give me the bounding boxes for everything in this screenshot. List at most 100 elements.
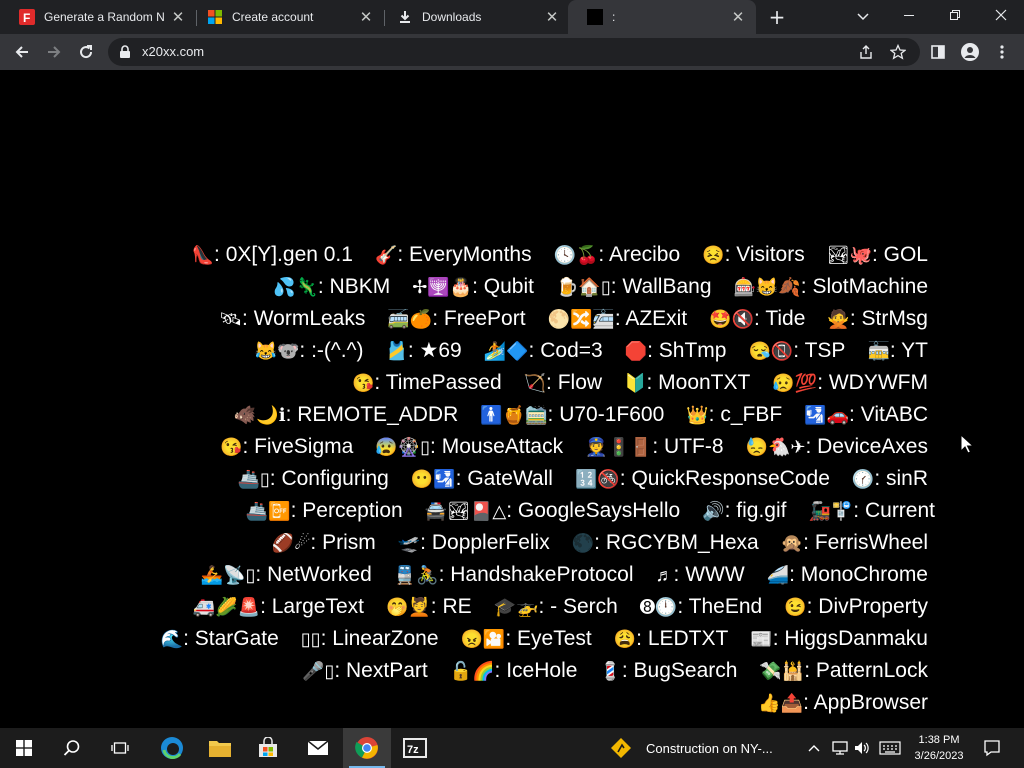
separator: : <box>397 243 410 266</box>
windows-start-icon[interactable] <box>0 728 48 768</box>
tab-random-name[interactable]: F Generate a Random Na ✕ <box>0 0 196 34</box>
search-icon[interactable] <box>48 728 96 768</box>
text-line: 🚑🌽🚨: LargeText 🤭💆: RE 🎓🚁: - Serch ➑🕛: TheEn… <box>193 594 928 620</box>
close-icon[interactable]: ✕ <box>356 7 376 27</box>
entry-label: sinR <box>885 467 928 490</box>
reload-button[interactable] <box>72 38 100 66</box>
separator: : <box>183 627 195 650</box>
entry-label: - Serch <box>550 595 618 618</box>
weather-widget[interactable]: Construction on NY-... <box>610 728 773 768</box>
clock-time: 1:38 PM <box>918 734 960 746</box>
clock-date: 3/26/2023 <box>914 750 964 762</box>
separator: : <box>317 275 330 298</box>
emoji-glyphs: 🚑🌽🚨 <box>192 597 261 617</box>
emoji-glyphs: 🙅 <box>827 309 850 329</box>
side-panel-button[interactable] <box>924 38 952 66</box>
notifications-icon[interactable] <box>978 728 1006 768</box>
emoji-glyphs: 🎸 <box>374 245 398 265</box>
lock-icon[interactable] <box>119 44 131 63</box>
tab-title: Generate a Random Na <box>44 10 164 24</box>
emoji-glyphs: 🎰😸🍂 <box>733 277 801 297</box>
close-icon[interactable]: ✕ <box>728 7 748 27</box>
emoji-entry: 🌊: StarGate <box>161 627 279 650</box>
volume-icon[interactable] <box>852 728 872 768</box>
forward-button[interactable] <box>40 38 68 66</box>
emoji-glyphs: 👮🚦🚪 <box>585 437 653 457</box>
separator: : <box>724 499 737 522</box>
entry-label: FreePort <box>443 307 526 330</box>
microsoft-store-icon[interactable] <box>244 728 292 768</box>
entry-label: EyeTest <box>517 627 592 650</box>
emoji-entry: 🚎🍊: FreePort <box>387 307 525 330</box>
profile-button[interactable] <box>956 38 984 66</box>
emoji-glyphs: 🙊 <box>780 533 804 553</box>
file-explorer-icon[interactable] <box>196 728 244 768</box>
network-icon[interactable] <box>830 728 850 768</box>
emoji-glyphs: 🤭💆 <box>385 597 431 617</box>
menu-button[interactable] <box>988 38 1016 66</box>
entry-label: GoogleSaysHello <box>517 499 681 522</box>
emoji-entry: 🔊: fig.gif <box>702 499 786 522</box>
address-bar[interactable]: x20xx.com <box>108 38 920 66</box>
emoji-entry: ▯▯: LinearZone <box>301 627 439 650</box>
page-content: 👠: 0X[Y].gen 0.1 🎸: EveryMonths 🕓🍒: Arecib… <box>0 70 1024 728</box>
close-icon[interactable]: ✕ <box>168 7 188 27</box>
separator: : <box>793 339 805 362</box>
minimize-button[interactable] <box>886 0 932 30</box>
system-clock[interactable]: 1:38 PM 3/26/2023 <box>908 732 970 764</box>
mail-icon[interactable] <box>294 728 342 768</box>
back-button[interactable] <box>8 38 36 66</box>
emoji-entry: 🚋: YT <box>867 339 928 362</box>
emoji-glyphs: 😹🐨 <box>254 341 300 361</box>
chevron-up-icon[interactable] <box>806 728 822 768</box>
task-view-icon[interactable] <box>96 728 144 768</box>
tab-title: Downloads <box>422 10 482 24</box>
side-panel-icon <box>931 45 945 59</box>
close-window-button[interactable] <box>978 0 1024 30</box>
separator: : <box>430 435 442 458</box>
separator: : <box>374 371 386 394</box>
mouse-cursor-icon <box>960 433 975 458</box>
emoji-glyphs: 🤩🔇 <box>709 309 755 329</box>
separator: : <box>646 371 659 394</box>
entry-label: Prism <box>322 531 376 554</box>
emoji-entry: 😰🎡▯: MouseAttack <box>375 435 563 458</box>
close-icon[interactable]: ✕ <box>542 7 562 27</box>
edge-icon[interactable] <box>148 728 196 768</box>
keyboard-icon[interactable] <box>878 728 902 768</box>
reload-icon <box>80 45 93 59</box>
entry-label: EveryMonths <box>409 243 532 266</box>
entry-label: DeviceAxes <box>817 435 928 458</box>
separator: : <box>472 275 484 298</box>
svg-text:7z: 7z <box>407 744 419 756</box>
separator: : <box>334 659 347 682</box>
emoji-glyphs: 😘 <box>220 437 243 457</box>
entry-label: Cod=3 <box>540 339 603 362</box>
7zip-icon[interactable]: 7z <box>391 728 439 768</box>
bookmark-star-icon[interactable] <box>888 42 908 62</box>
emoji-entry: 😶🛂: GateWall <box>411 467 553 490</box>
emoji-entry: 🔢🚳: QuickResponseCode <box>575 467 830 490</box>
restore-button[interactable] <box>932 0 978 30</box>
separator: : <box>853 499 865 522</box>
tab-active[interactable]: : ✕ <box>568 0 756 34</box>
emoji-glyphs: 👑 <box>686 405 709 425</box>
separator: : <box>800 275 813 298</box>
emoji-glyphs: 👠 <box>191 245 215 265</box>
letter-f-icon: F <box>19 9 35 25</box>
emoji-glyphs: 😰🎡▯ <box>375 437 431 457</box>
share-icon[interactable] <box>856 42 876 62</box>
tab-downloads[interactable]: Downloads ✕ <box>378 0 570 34</box>
new-tab-button[interactable]: + <box>764 5 790 29</box>
emoji-entry: 🙅: StrMsg <box>827 307 928 330</box>
separator: : <box>455 467 468 490</box>
emoji-glyphs: 😘 <box>351 373 375 393</box>
chrome-icon[interactable] <box>343 728 391 768</box>
emoji-glyphs: 🚆🚴 <box>393 565 439 585</box>
tab-search-button[interactable] <box>850 5 876 29</box>
separator: : <box>805 435 818 458</box>
svg-text:F: F <box>23 11 30 25</box>
emoji-entry: 🛫: DopplerFelix <box>398 531 550 554</box>
tab-create-account[interactable]: Create account ✕ <box>188 0 384 34</box>
emoji-entry: 🏞🐙: GOL <box>827 243 928 266</box>
